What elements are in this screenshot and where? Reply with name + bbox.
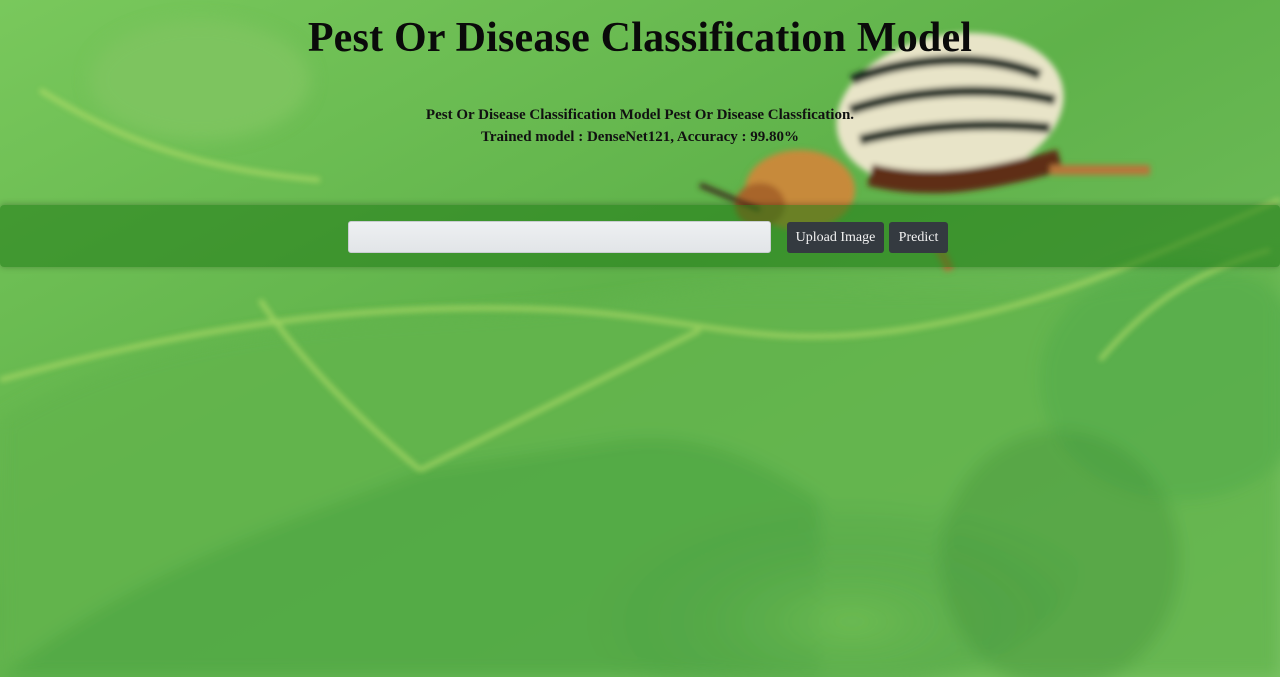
predict-button[interactable]: Predict <box>889 222 948 253</box>
file-input[interactable] <box>348 221 771 253</box>
description-line-2: Trained model : DenseNet121, Accuracy : … <box>480 129 799 145</box>
model-description: Pest Or Disease Classification Model Pes… <box>0 104 1280 148</box>
page-content: Pest Or Disease Classification Model Pes… <box>0 0 1280 677</box>
description-line-1: Pest Or Disease Classification Model Pes… <box>425 107 855 123</box>
upload-image-button[interactable]: Upload Image <box>787 222 884 253</box>
page-title: Pest Or Disease Classification Model <box>307 15 973 61</box>
upload-toolbar: Upload Image Predict <box>0 205 1280 267</box>
